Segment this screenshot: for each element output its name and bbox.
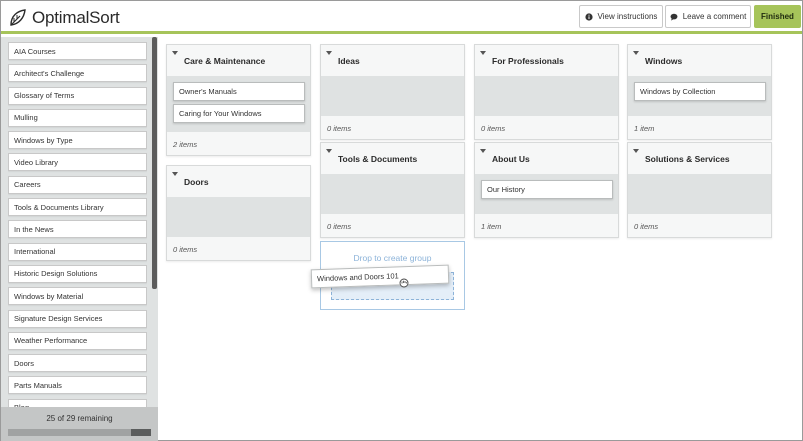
sidebar-card[interactable]: Architect's Challenge (8, 64, 147, 83)
sidebar-card[interactable]: AIA Courses (8, 42, 147, 60)
group-item-count: 0 items (327, 222, 352, 231)
group-drop-area[interactable] (321, 76, 464, 116)
comment-icon (670, 13, 678, 21)
group-drop-area[interactable] (628, 174, 771, 214)
sidebar-card[interactable]: Weather Performance (8, 331, 147, 350)
group-card[interactable]: Windows by Collection (634, 82, 766, 101)
group-card[interactable]: Caring for Your Windows (173, 104, 305, 123)
sidebar-card[interactable]: Doors (8, 354, 147, 373)
sidebar-card[interactable]: Windows by Material (8, 287, 147, 306)
leave-comment-button[interactable]: Leave a comment (665, 5, 751, 28)
group-item-count: 0 items (481, 124, 506, 133)
progress-bar (8, 429, 151, 436)
collapse-triangle-icon[interactable] (326, 149, 332, 153)
group-2[interactable]: For Professionals 0 items (474, 44, 619, 140)
group-drop-area[interactable] (167, 197, 310, 237)
group-header: Care & Maintenance (167, 45, 310, 76)
grab-cursor-icon (399, 278, 409, 288)
group-footer: 0 items (321, 214, 464, 237)
group-footer: 0 items (475, 116, 618, 139)
sidebar-card[interactable]: Parts Manuals (8, 376, 147, 395)
remaining-count: 25 of 29 remaining (46, 414, 113, 423)
sidebar-card[interactable]: International (8, 242, 147, 261)
group-title[interactable]: About Us (492, 154, 530, 164)
group-footer: 2 items (167, 132, 310, 155)
sidebar-card[interactable]: Windows by Type (8, 131, 147, 150)
group-header: For Professionals (475, 45, 618, 76)
group-3[interactable]: Windows 1 item Windows by Collection (627, 44, 772, 140)
card-sidebar: AIA Courses Architect's Challenge Glossary… (1, 37, 158, 441)
group-0[interactable]: Care & Maintenance 2 items Owner's Manuals… (166, 44, 311, 156)
group-footer: 0 items (167, 237, 310, 260)
dropzone-label: Drop to create group (353, 253, 432, 263)
group-6[interactable]: About Us 1 item Our History (474, 142, 619, 238)
group-item-count: 0 items (634, 222, 659, 231)
group-drop-area[interactable] (475, 76, 618, 116)
sidebar-card[interactable]: In the News (8, 220, 147, 239)
sidebar-card[interactable]: Tools & Documents Library (8, 198, 147, 217)
view-instructions-label: View instructions (597, 12, 658, 21)
group-title[interactable]: For Professionals (492, 56, 564, 66)
info-icon (584, 12, 593, 21)
group-7[interactable]: Solutions & Services 0 items (627, 142, 772, 238)
group-title[interactable]: Windows (645, 56, 682, 66)
view-instructions-button[interactable]: View instructions (579, 5, 663, 28)
group-footer: 0 items (628, 214, 771, 237)
sidebar-footer: 25 of 29 remaining (1, 407, 158, 441)
card-list: AIA Courses Architect's Challenge Glossary… (8, 42, 147, 407)
sidebar-card[interactable]: Careers (8, 175, 147, 194)
sidebar-scrollbar[interactable] (152, 37, 157, 289)
group-title[interactable]: Ideas (338, 56, 360, 66)
collapse-triangle-icon[interactable] (633, 149, 639, 153)
sidebar-card[interactable]: Historic Design Solutions (8, 264, 147, 283)
group-title[interactable]: Solutions & Services (645, 154, 730, 164)
group-footer: 1 item (628, 116, 771, 139)
group-header: Solutions & Services (628, 143, 771, 174)
group-footer: 1 item (475, 214, 618, 237)
leave-comment-label: Leave a comment (682, 12, 747, 21)
group-5[interactable]: Tools & Documents 0 items (320, 142, 465, 238)
group-header: Doors (167, 166, 310, 197)
group-footer: 0 items (321, 116, 464, 139)
group-title[interactable]: Care & Maintenance (184, 56, 265, 66)
group-item-count: 1 item (481, 222, 502, 231)
group-item-count: 0 items (327, 124, 352, 133)
collapse-triangle-icon[interactable] (480, 51, 486, 55)
sidebar-card[interactable]: Blog (8, 398, 147, 407)
collapse-triangle-icon[interactable] (172, 172, 178, 176)
group-card[interactable]: Our History (481, 180, 613, 199)
sidebar-card[interactable]: Video Library (8, 153, 147, 172)
group-title[interactable]: Doors (184, 177, 209, 187)
collapse-triangle-icon[interactable] (326, 51, 332, 55)
header: OptimalSort View instructions Leave a co… (1, 1, 802, 34)
collapse-triangle-icon[interactable] (172, 51, 178, 55)
collapse-triangle-icon[interactable] (633, 51, 639, 55)
group-4[interactable]: Doors 0 items (166, 165, 311, 261)
finished-button[interactable]: Finished (754, 5, 801, 28)
logo: OptimalSort (8, 7, 120, 29)
group-item-count: 1 item (634, 124, 655, 133)
group-header: Tools & Documents (321, 143, 464, 174)
group-1[interactable]: Ideas 0 items (320, 44, 465, 140)
sidebar-card[interactable]: Mulling (8, 108, 147, 127)
sidebar-card[interactable]: Glossary of Terms (8, 86, 147, 105)
group-item-count: 0 items (173, 245, 198, 254)
group-header: Ideas (321, 45, 464, 76)
group-card[interactable]: Owner's Manuals (173, 82, 305, 101)
group-header: About Us (475, 143, 618, 174)
collapse-triangle-icon[interactable] (480, 149, 486, 153)
group-header: Windows (628, 45, 771, 76)
app-name: OptimalSort (32, 8, 120, 27)
sidebar-card[interactable]: Signature Design Services (8, 309, 147, 328)
group-item-count: 2 items (173, 140, 198, 149)
progress-fill (130, 429, 151, 436)
group-title[interactable]: Tools & Documents (338, 154, 417, 164)
leaf-logo-icon (10, 9, 26, 26)
group-drop-area[interactable] (321, 174, 464, 214)
